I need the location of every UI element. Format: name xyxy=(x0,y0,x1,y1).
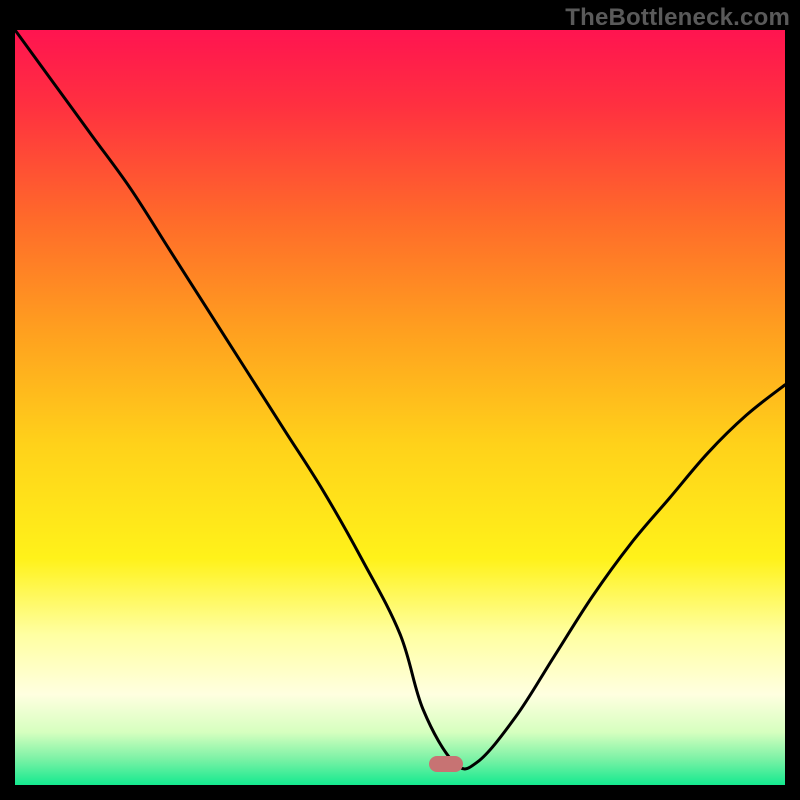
chart-frame: TheBottleneck.com xyxy=(0,0,800,800)
plot-area xyxy=(15,30,785,785)
bottleneck-curve xyxy=(15,30,785,785)
optimal-marker xyxy=(429,756,463,772)
watermark-text: TheBottleneck.com xyxy=(565,4,790,32)
